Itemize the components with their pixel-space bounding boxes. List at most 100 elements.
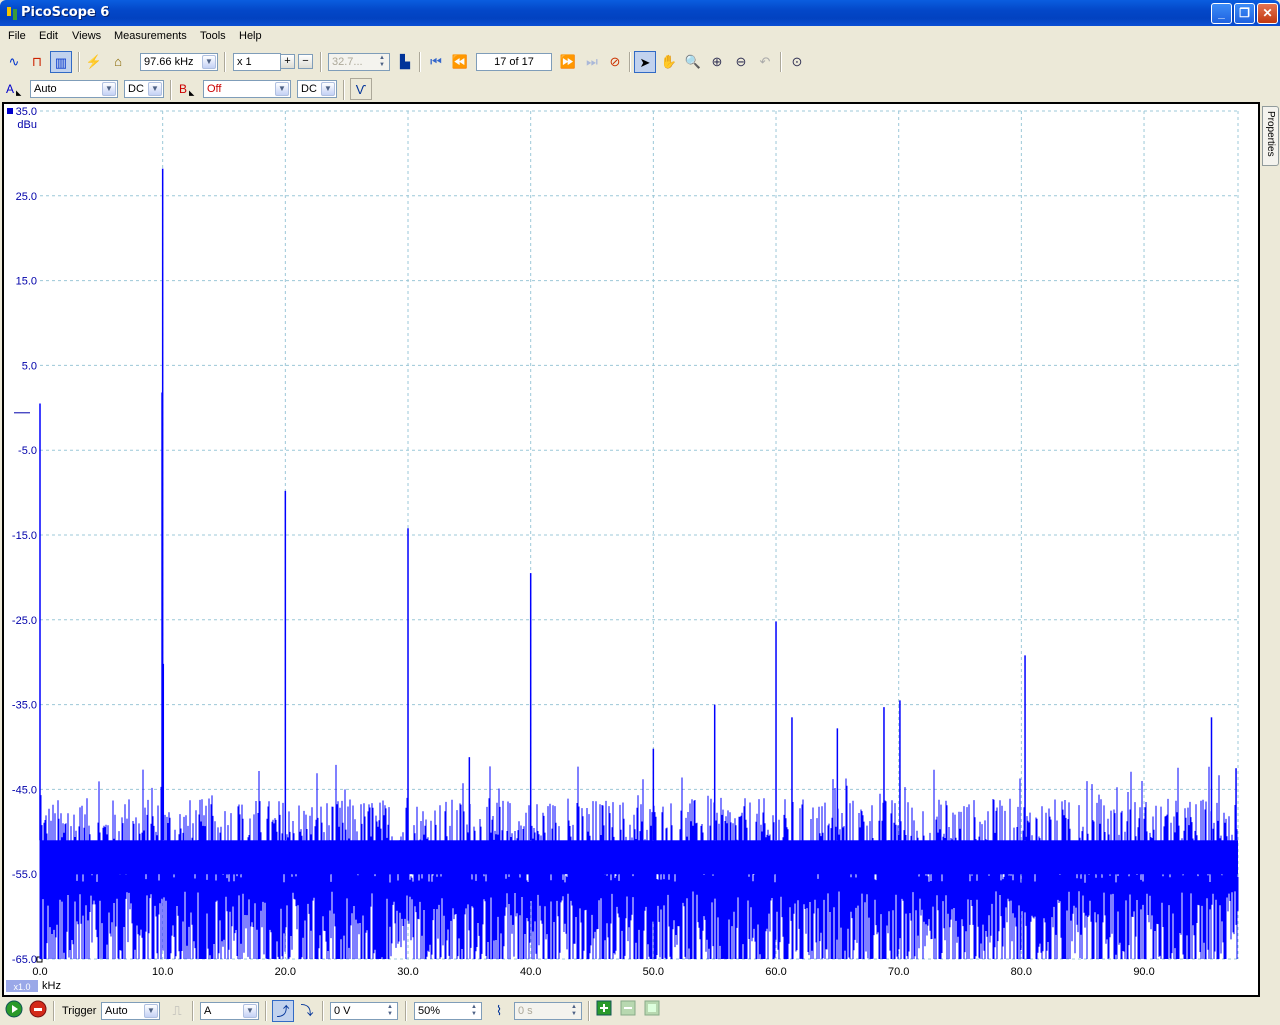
zoom-out-icon[interactable]: ⊖	[730, 51, 752, 73]
channel-b-label[interactable]: B	[179, 82, 187, 96]
spinner-arrows-icon: ▲ ▼	[379, 55, 385, 68]
y-tick-label: -35.0	[12, 700, 37, 712]
frequency-span-select[interactable]: 97.66 kHz ▼	[140, 53, 218, 71]
x-tick-label: 70.0	[888, 966, 909, 978]
chevron-down-icon: ▼	[321, 82, 335, 96]
menu-views[interactable]: Views	[72, 30, 101, 42]
y-tick-label: -65.0	[12, 954, 37, 966]
rising-edge-icon[interactable]: ⤴	[272, 1000, 294, 1022]
spectrum-plot[interactable]: 0.0 10.0 20.0 30.0 40.0 50.0 60.0 70.0 80.0 90.0 3…	[4, 104, 1258, 995]
advanced-trigger-icon[interactable]: ⎍	[166, 1000, 188, 1022]
x-tick-label: 50.0	[643, 966, 664, 978]
zoom-overview-icon[interactable]: ⊙	[786, 51, 808, 73]
default-setup-icon[interactable]: ⌂	[107, 51, 129, 73]
undo-zoom-icon[interactable]: ↶	[754, 51, 776, 73]
x-tick-label: 80.0	[1011, 966, 1032, 978]
spectrum-view[interactable]: 0.0 10.0 20.0 30.0 40.0 50.0 60.0 70.0 80.0 90.0 3…	[2, 102, 1260, 997]
chevron-down-icon: ▼	[243, 1004, 257, 1018]
post-trigger-delay-icon[interactable]: ⌇	[488, 1000, 510, 1022]
y-tick-label: -45.0	[12, 784, 37, 796]
channel-a-range-select[interactable]: Auto ▼	[30, 80, 118, 98]
menu-help[interactable]: Help	[239, 30, 262, 42]
x-axis-unit-label: kHz	[42, 980, 61, 992]
chevron-down-icon: ▼	[202, 55, 216, 69]
zoom-out-minus-button[interactable]: −	[298, 54, 313, 69]
minimize-button[interactable]: _	[1211, 3, 1232, 24]
hand-pan-icon[interactable]: ✋	[658, 51, 680, 73]
channel-b-range-select[interactable]: Off ▼	[203, 80, 291, 98]
spectrum-mode-icon[interactable]: ▥	[50, 51, 72, 73]
x-tick-label: 40.0	[520, 966, 541, 978]
picoscope-app-icon	[7, 7, 17, 20]
x-tick-label: 30.0	[397, 966, 418, 978]
start-capture-button[interactable]	[3, 1000, 25, 1022]
plus-icon	[596, 1000, 612, 1016]
next-buffer-icon[interactable]: ⏩	[557, 51, 579, 73]
close-button[interactable]: ✕	[1257, 3, 1278, 24]
buffer-navigator-icon[interactable]: ⊘	[604, 51, 626, 73]
play-icon	[5, 1000, 23, 1018]
y-tick-label: 5.0	[22, 360, 37, 372]
edit-measurement-button[interactable]	[617, 1000, 639, 1022]
x-tick-label: 90.0	[1133, 966, 1154, 978]
menu-file[interactable]: File	[8, 30, 26, 42]
trigger-position-field[interactable]: 50% ▲ ▼	[414, 1002, 482, 1020]
last-buffer-icon[interactable]: ⏭	[581, 51, 603, 73]
channel-toolbar: A ◣ Auto ▼ DC ▼ B ◣ Off ▼ DC ▼ Ѵ	[0, 76, 1280, 104]
zoom-in-icon[interactable]: ⊕	[706, 51, 728, 73]
trigger-source-select[interactable]: A ▼	[200, 1002, 259, 1020]
trigger-mode-select[interactable]: Auto ▼	[101, 1002, 160, 1020]
y-axis-unit-label: dBu	[17, 119, 37, 131]
trigger-delay-field[interactable]: 0 s ▲ ▼	[514, 1002, 582, 1020]
x-tick-label: 10.0	[152, 966, 173, 978]
menu-tools[interactable]: Tools	[200, 30, 226, 42]
channel-a-coupling-select[interactable]: DC ▼	[124, 80, 164, 98]
channel-b-coupling-select[interactable]: DC ▼	[297, 80, 337, 98]
math-channels-icon[interactable]: Ѵ	[350, 78, 372, 100]
channel-a-options-icon[interactable]: ◣	[16, 89, 21, 97]
delete-measurement-button[interactable]	[641, 1000, 663, 1022]
channel-a-label[interactable]: A	[6, 82, 14, 96]
window-title: PicoScope 6	[21, 5, 110, 20]
chevron-down-icon: ▼	[275, 82, 289, 96]
first-buffer-icon[interactable]: ⏮	[425, 51, 447, 73]
auto-setup-icon[interactable]: ⚡	[83, 51, 105, 73]
properties-side-tab[interactable]: Properties	[1262, 106, 1279, 166]
scale-badge-label: x1.0	[13, 982, 30, 992]
trigger-label: Trigger	[62, 1005, 97, 1017]
falling-edge-icon[interactable]: ⤵	[296, 1000, 318, 1022]
persistence-mode-icon[interactable]: ⊓	[26, 51, 48, 73]
trigger-toolbar: Trigger Auto ▼ ⎍ A ▼ ⤴ ⤵ 0 V ▲ ▼ 50% ▲ ▼ ⌇ 0 s…	[0, 998, 1280, 1024]
buffer-page-counter[interactable]: 17 of 17	[476, 53, 552, 71]
channel-b-options-icon[interactable]: ◣	[189, 89, 194, 97]
menu-bar: File Edit Views Measurements Tools Help	[0, 26, 1280, 48]
x-tick-label: 20.0	[275, 966, 296, 978]
scope-mode-icon[interactable]: ∿	[3, 51, 25, 73]
trigger-level-field[interactable]: 0 V ▲ ▼	[330, 1002, 398, 1020]
spectrum-bins-field[interactable]: 32.7... ▲ ▼	[328, 53, 390, 71]
menu-edit[interactable]: Edit	[39, 30, 58, 42]
spinner-arrows-icon: ▲ ▼	[571, 1004, 577, 1017]
stop-capture-button[interactable]	[27, 1000, 49, 1022]
y-tick-label: -15.0	[12, 530, 37, 542]
previous-buffer-icon[interactable]: ⏪	[449, 51, 471, 73]
main-toolbar: ∿ ⊓ ▥ ⚡ ⌂ 97.66 kHz ▼ x 1 + − 32.7... ▲ ▼ ▙…	[0, 48, 1280, 76]
title-bar: PicoScope 6 _ ❐ ✕	[0, 0, 1280, 26]
spinner-arrows-icon: ▲ ▼	[471, 1004, 477, 1017]
maximize-button[interactable]: ❐	[1234, 3, 1255, 24]
y-tick-label: 35.0	[16, 106, 37, 118]
x-tick-label: 0.0	[32, 966, 47, 978]
chevron-down-icon: ▼	[144, 1004, 158, 1018]
zoom-tool-icon[interactable]: 🔍	[682, 51, 704, 73]
menu-measurements[interactable]: Measurements	[114, 30, 187, 42]
zoom-factor-field[interactable]: x 1	[233, 53, 281, 71]
select-pointer-icon[interactable]: ➤	[634, 51, 656, 73]
zoom-in-plus-button[interactable]: +	[280, 54, 295, 69]
y-tick-label: -55.0	[12, 869, 37, 881]
y-tick-label: -5.0	[18, 445, 37, 457]
add-measurement-button[interactable]	[593, 1000, 615, 1022]
spectrum-options-icon[interactable]: ▙	[394, 51, 416, 73]
y-tick-label: 25.0	[16, 191, 37, 203]
noise-floor-band	[40, 840, 1238, 875]
y-tick-label: 15.0	[16, 276, 37, 288]
